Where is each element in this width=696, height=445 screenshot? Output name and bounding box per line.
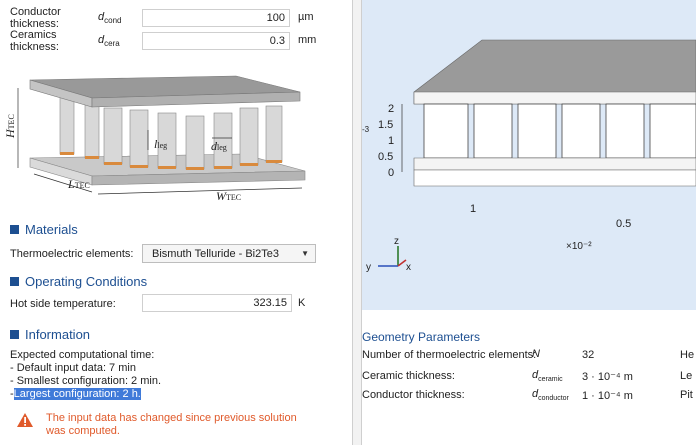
geometry-row-label: Number of thermoelectric elements:: [362, 349, 537, 361]
panel-splitter[interactable]: [352, 0, 362, 445]
geometry-row-next-label: He: [680, 349, 695, 361]
geometry-row-value: 1 · 10⁻⁴ m: [582, 389, 633, 402]
warning-message: The input data has changed since previou…: [16, 412, 316, 438]
conductor-thickness-label: Conductor thickness:: [10, 6, 61, 30]
geometry-row-label: Conductor thickness:: [362, 389, 465, 401]
geometry-row-symbol: dceramic: [532, 368, 563, 384]
triad-z-label: z: [394, 236, 399, 247]
dropdown-arrow-icon: ▼: [301, 249, 309, 258]
geometry-row-symbol: N: [532, 347, 540, 360]
ceramics-thickness-row: Ceramics thickness: dcera: [10, 29, 150, 53]
warning-icon: [17, 413, 33, 427]
geometry-row-value: 3 · 10⁻⁴ m: [582, 370, 633, 383]
geometry-row-next-label: Pit: [680, 389, 693, 401]
x-scale-label: ×10⁻²: [566, 241, 592, 252]
section-marker-icon: [10, 330, 19, 339]
geometry-parameters-title: Geometry Parameters: [362, 330, 481, 344]
y-tick-label: 0.5: [378, 151, 393, 163]
hot-side-temperature-input[interactable]: 323.15: [142, 294, 292, 312]
conductor-thickness-unit: µm: [298, 11, 314, 23]
geometry-row: Number of thermoelectric elements: N 32 …: [362, 346, 696, 364]
geometry-row: Conductor thickness: dconductor 1 · 10⁻⁴…: [362, 386, 696, 404]
x-tick-label: 0.5: [616, 218, 631, 230]
x-tick-label: 1: [470, 203, 476, 215]
geometry-plot: 2 1.5 1 0.5 0 -3 1 0.5 ×10⁻² z y x: [362, 39, 696, 273]
y-tick-label: 1.5: [378, 119, 393, 131]
y-scale-label: -3: [362, 125, 370, 134]
information-title: Information: [25, 327, 91, 342]
geometry-row-label: Ceramic thickness:: [362, 370, 455, 382]
information-line: -Largest configuration: 2 h.: [10, 388, 141, 400]
materials-title: Materials: [25, 222, 78, 237]
hot-side-temperature-unit: K: [298, 297, 306, 309]
thermoelectric-elements-label: Thermoelectric elements:: [10, 248, 134, 260]
section-marker-icon: [10, 277, 19, 286]
ceramics-thickness-input[interactable]: 0.3: [142, 32, 290, 50]
conductor-thickness-row: Conductor thickness: dcond: [10, 6, 150, 30]
information-text: Expected computational time: - Default i…: [10, 349, 161, 401]
y-tick-label: 0: [388, 167, 394, 179]
information-line: - Smallest configuration: 2 min.: [10, 375, 162, 387]
thermoelectric-elements-value: Bismuth Telluride - Bi2Te3: [152, 247, 279, 260]
ceramics-thickness-label: Ceramics thickness:: [10, 29, 59, 53]
width-label: WTEC: [216, 189, 241, 203]
geometry-row-next-label: Le: [680, 370, 693, 382]
thermoelectric-elements-select[interactable]: Bismuth Telluride - Bi2Te3 ▼: [142, 244, 316, 263]
graphics-window[interactable]: 2 1.5 1 0.5 0 -3 1 0.5 ×10⁻² z y x: [362, 0, 696, 310]
geometry-row: Ceramic thickness: dceramic 3 · 10⁻⁴ m L…: [362, 367, 696, 385]
information-line: - Default input data: 7 min: [10, 362, 136, 374]
geometry-row-value: 32: [582, 349, 595, 361]
conductor-thickness-input[interactable]: 100: [142, 9, 290, 27]
triad-x-label: x: [406, 262, 411, 273]
ceramics-thickness-unit: mm: [298, 34, 317, 46]
height-label: HTEC: [3, 114, 17, 139]
selected-text[interactable]: Largest configuration: 2 h.: [13, 388, 141, 400]
information-section-header[interactable]: Information: [10, 327, 90, 342]
information-line: Expected computational time:: [10, 349, 155, 361]
materials-section-header[interactable]: Materials: [10, 222, 78, 237]
warning-text: The input data has changed since previou…: [46, 412, 297, 437]
y-tick-label: 1: [388, 135, 394, 147]
settings-panel: Conductor thickness: dcond 100 µm Cerami…: [0, 0, 352, 445]
axis-triad: z y x: [366, 236, 411, 273]
graphics-panel: 2 1.5 1 0.5 0 -3 1 0.5 ×10⁻² z y x Geome…: [362, 0, 696, 445]
y-tick-label: 2: [388, 103, 394, 115]
hot-side-temperature-label: Hot side temperature:: [10, 298, 116, 310]
triad-y-label: y: [366, 262, 371, 273]
thermoelectric-module-diagram: HTEC LTEC WTEC lleg dleg: [3, 75, 306, 203]
operating-conditions-section-header[interactable]: Operating Conditions: [10, 274, 147, 289]
geometry-row-symbol: dconductor: [532, 387, 569, 403]
section-marker-icon: [10, 225, 19, 234]
operating-conditions-title: Operating Conditions: [25, 274, 148, 289]
